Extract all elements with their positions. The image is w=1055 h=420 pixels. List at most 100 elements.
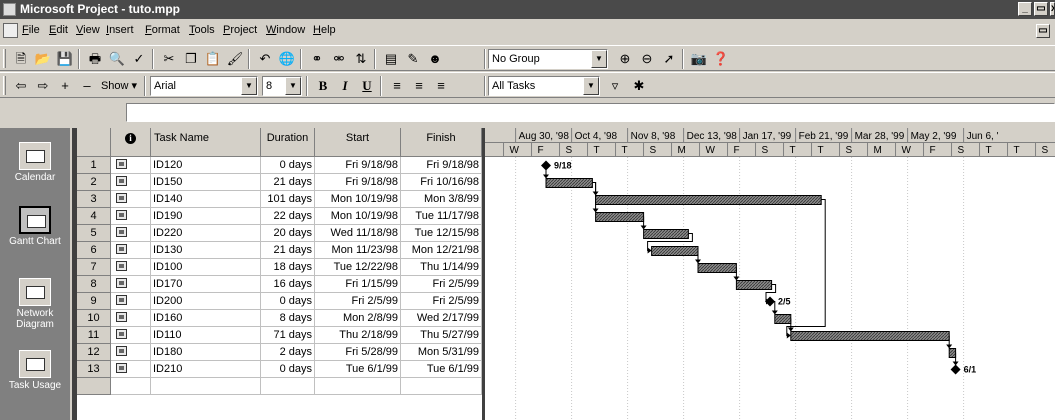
format-painter-icon[interactable]: 🖌 [224, 49, 246, 69]
indicator-cell-empty[interactable] [111, 378, 151, 395]
font-select[interactable]: Arial ▼ [150, 76, 258, 96]
table-row[interactable]: 10 ID160 8 days Mon 2/8/99 Wed 2/17/99 [77, 310, 482, 327]
row-number[interactable]: 10 [77, 310, 111, 327]
table-row[interactable]: 12 ID180 2 days Fri 5/28/99 Mon 5/31/99 [77, 344, 482, 361]
table-row[interactable]: 13 ID210 0 days Tue 6/1/99 Tue 6/1/99 [77, 361, 482, 378]
assign-resources-icon[interactable]: ☻ [424, 49, 446, 69]
task-indicator-icon[interactable] [116, 278, 127, 289]
zoom-in-icon[interactable]: ⊕ [614, 49, 636, 69]
menu-edit[interactable]: Edit [49, 24, 68, 36]
finish-cell[interactable]: Fri 2/5/99 [401, 293, 482, 310]
task-name-cell[interactable]: ID150 [151, 174, 261, 191]
gantt-chart-canvas[interactable]: 98Aug 30, '98Oct 4, '98Nov 8, '98Dec 13,… [485, 128, 1055, 420]
group-select[interactable]: No Group ▼ [488, 49, 608, 69]
finish-cell[interactable]: Thu 5/27/99 [401, 327, 482, 344]
row-number-empty[interactable] [77, 378, 111, 395]
task-notes-icon[interactable]: ✎ [402, 49, 424, 69]
start-cell[interactable]: Fri 1/15/99 [315, 276, 401, 293]
task-information-icon[interactable]: ▤ [380, 49, 402, 69]
start-cell[interactable]: Fri 5/28/99 [315, 344, 401, 361]
table-row[interactable]: 1 ID120 0 days Fri 9/18/98 Fri 9/18/98 [77, 157, 482, 174]
menu-tools[interactable]: Tools [189, 24, 215, 36]
table-row[interactable]: 4 ID190 22 days Mon 10/19/98 Tue 11/17/98 [77, 208, 482, 225]
split-task-icon[interactable]: ⇅ [350, 49, 372, 69]
view-network-diagram[interactable]: Network Diagram [0, 278, 70, 330]
menu-help[interactable]: Help [313, 24, 336, 36]
start-cell[interactable]: Tue 6/1/99 [315, 361, 401, 378]
indicator-cell[interactable] [111, 259, 151, 276]
table-row[interactable]: 11 ID110 71 days Thu 2/18/99 Thu 5/27/99 [77, 327, 482, 344]
bold-button[interactable]: B [312, 76, 334, 96]
autofilter-icon[interactable]: ▿ [604, 76, 626, 96]
show-button[interactable]: Show ▾ [98, 76, 140, 96]
duration-cell[interactable]: 18 days [261, 259, 315, 276]
table-row[interactable]: 9 ID200 0 days Fri 2/5/99 Fri 2/5/99 [77, 293, 482, 310]
start-cell[interactable]: Tue 12/22/98 [315, 259, 401, 276]
task-indicator-icon[interactable] [116, 244, 127, 255]
help-icon[interactable]: ❓ [710, 49, 732, 69]
start-cell[interactable]: Fri 9/18/98 [315, 157, 401, 174]
indicator-cell[interactable] [111, 293, 151, 310]
document-icon[interactable] [3, 23, 18, 38]
row-number[interactable]: 4 [77, 208, 111, 225]
finish-cell[interactable]: Mon 5/31/99 [401, 344, 482, 361]
finish-cell-empty[interactable] [401, 378, 482, 395]
duration-cell[interactable]: 0 days [261, 157, 315, 174]
arrow-right-icon[interactable]: ⇨ [32, 76, 54, 96]
task-name-cell[interactable]: ID110 [151, 327, 261, 344]
row-number[interactable]: 9 [77, 293, 111, 310]
start-cell[interactable]: Mon 11/23/98 [315, 242, 401, 259]
chevron-down-icon[interactable]: ▼ [285, 77, 301, 95]
finish-cell[interactable]: Wed 2/17/99 [401, 310, 482, 327]
indicator-cell[interactable] [111, 157, 151, 174]
table-row[interactable]: 3 ID140 101 days Mon 10/19/98 Mon 3/8/99 [77, 191, 482, 208]
indicator-cell[interactable] [111, 191, 151, 208]
task-indicator-icon[interactable] [116, 295, 127, 306]
copy-icon[interactable]: ❐ [180, 49, 202, 69]
start-cell[interactable]: Fri 2/5/99 [315, 293, 401, 310]
menu-file[interactable]: File [22, 24, 40, 36]
row-number[interactable]: 3 [77, 191, 111, 208]
menu-window[interactable]: Window [266, 24, 305, 36]
align-right-icon[interactable]: ≡ [430, 76, 452, 96]
task-name-cell[interactable]: ID210 [151, 361, 261, 378]
close-button[interactable]: x [1050, 2, 1055, 16]
task-name-cell[interactable]: ID160 [151, 310, 261, 327]
filter-select[interactable]: All Tasks ▼ [488, 76, 600, 96]
arrow-left-icon[interactable]: ⇦ [10, 76, 32, 96]
task-indicator-icon[interactable] [116, 227, 127, 238]
duration-header[interactable]: Duration [261, 128, 315, 157]
task-name-cell[interactable]: ID200 [151, 293, 261, 310]
indicator-cell[interactable] [111, 310, 151, 327]
table-row[interactable]: 6 ID130 21 days Mon 11/23/98 Mon 12/21/98 [77, 242, 482, 259]
save-icon[interactable]: 💾 [54, 49, 76, 69]
app-icon[interactable] [3, 3, 16, 16]
task-name-cell[interactable]: ID190 [151, 208, 261, 225]
row-number[interactable]: 7 [77, 259, 111, 276]
go-to-selected-task-icon[interactable]: ➚ [658, 49, 680, 69]
finish-cell[interactable]: Thu 1/14/99 [401, 259, 482, 276]
plus-icon[interactable]: + [54, 76, 76, 96]
paste-icon[interactable]: 📋 [202, 49, 224, 69]
task-name-cell[interactable]: ID100 [151, 259, 261, 276]
start-header[interactable]: Start [315, 128, 401, 157]
indicator-cell[interactable] [111, 276, 151, 293]
toolbar-grip[interactable] [3, 76, 6, 95]
view-bar-splitter[interactable] [70, 128, 77, 420]
indicator-cell[interactable] [111, 225, 151, 242]
underline-button[interactable]: U [356, 76, 378, 96]
finish-header[interactable]: Finish [401, 128, 482, 157]
finish-cell[interactable]: Mon 12/21/98 [401, 242, 482, 259]
finish-cell[interactable]: Tue 12/15/98 [401, 225, 482, 242]
task-name-cell-empty[interactable] [151, 378, 261, 395]
table-row[interactable]: 7 ID100 18 days Tue 12/22/98 Thu 1/14/99 [77, 259, 482, 276]
start-cell[interactable]: Wed 11/18/98 [315, 225, 401, 242]
task-indicator-icon[interactable] [116, 159, 127, 170]
restore-button[interactable]: ▭ [1034, 2, 1048, 16]
task-indicator-icon[interactable] [116, 363, 127, 374]
menu-format[interactable]: Format [145, 24, 180, 36]
undo-icon[interactable]: ↶ [254, 49, 276, 69]
start-cell[interactable]: Fri 9/18/98 [315, 174, 401, 191]
duration-cell[interactable]: 22 days [261, 208, 315, 225]
task-indicator-icon[interactable] [116, 329, 127, 340]
